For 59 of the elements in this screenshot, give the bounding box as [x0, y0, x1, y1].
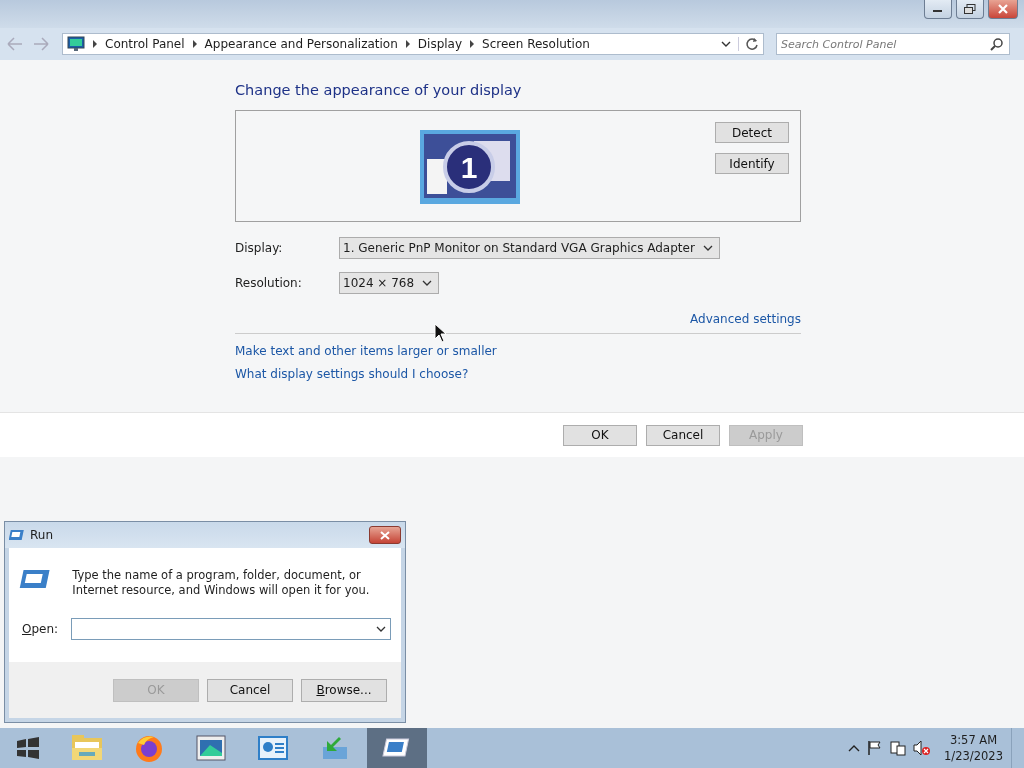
dropdown[interactable]: 1. Generic PnP Monitor on Standard VGA Graphics Adapter	[339, 237, 720, 259]
search-field[interactable]: Search Control Panel	[776, 33, 1010, 55]
dialog-button[interactable]: OK	[563, 424, 637, 446]
run-icon	[9, 529, 25, 541]
restore-button[interactable]	[956, 0, 984, 19]
refresh-icon[interactable]	[738, 37, 759, 51]
dialog-title: Run	[30, 528, 53, 542]
close-button[interactable]	[988, 0, 1018, 19]
chevron-icon	[404, 40, 411, 48]
dialog-description: Type the name of a program, folder, document, or Internet resource, and Windows will open it for you.	[72, 568, 371, 598]
detect-button[interactable]: Detect	[715, 122, 789, 143]
help-link[interactable]: What display settings should I choose?	[235, 367, 469, 381]
dialog-button[interactable]: Cancel	[646, 424, 720, 446]
monitor-thumbnail[interactable]: 1	[419, 129, 521, 205]
breadcrumb[interactable]: Appearance and Personalization	[204, 37, 398, 51]
monitor-icon	[67, 36, 85, 52]
mouse-pointer-icon	[434, 323, 448, 343]
caret-icon	[422, 279, 433, 287]
display-window-icon	[196, 735, 226, 761]
open-combo-field[interactable]	[71, 618, 391, 640]
advanced-settings-link[interactable]: Advanced settings	[690, 312, 801, 326]
field-label: Resolution:	[235, 276, 303, 290]
breadcrumb[interactable]: Control Panel	[105, 37, 185, 51]
close-icon	[380, 530, 390, 540]
field-label: Display:	[235, 241, 284, 255]
clock-date[interactable]: 1/23/2023	[944, 748, 1003, 764]
start-windows-logo-icon[interactable]	[15, 736, 41, 760]
help-link[interactable]: Make text and other items larger or smaller	[235, 344, 497, 358]
folder-icon	[71, 734, 103, 762]
field-label: Open:	[21, 622, 60, 636]
caret-icon	[376, 625, 386, 633]
close-icon	[997, 4, 1009, 14]
chevron-icon	[92, 40, 98, 48]
control-panel-icon	[258, 735, 288, 761]
close-button[interactable]	[369, 526, 401, 544]
restore-icon	[964, 4, 976, 14]
network-icon[interactable]	[890, 740, 907, 756]
page-heading: Change the appearance of your display	[235, 82, 523, 98]
clock-time[interactable]: 3:57 AM	[949, 732, 998, 748]
install-arrow-icon	[321, 735, 349, 761]
dialog-button[interactable]: Cancel	[207, 678, 293, 702]
identify-button[interactable]: Identify	[715, 153, 789, 174]
minimize-button[interactable]	[924, 0, 952, 19]
firefox-icon	[134, 733, 164, 763]
search-icon	[990, 38, 1003, 51]
taskbar-app[interactable]	[367, 728, 427, 768]
chevron-icon	[191, 40, 198, 48]
breadcrumb[interactable]: Display	[417, 37, 463, 51]
chevron-up-icon[interactable]	[848, 744, 861, 752]
speaker-muted-icon[interactable]	[913, 740, 932, 756]
run-icon	[382, 737, 412, 759]
caret-icon	[702, 244, 713, 252]
address-bar[interactable]: Control Panel Appearance and Personalization Display Screen Resolution	[62, 33, 764, 55]
breadcrumb[interactable]: Screen Resolution	[482, 37, 590, 51]
dialog-button[interactable]: Browse...	[301, 678, 387, 702]
dropdown-caret-icon[interactable]	[721, 40, 731, 48]
flag-icon[interactable]	[867, 740, 884, 756]
chevron-icon	[469, 40, 476, 48]
dropdown[interactable]: 1024 × 768	[339, 272, 440, 294]
